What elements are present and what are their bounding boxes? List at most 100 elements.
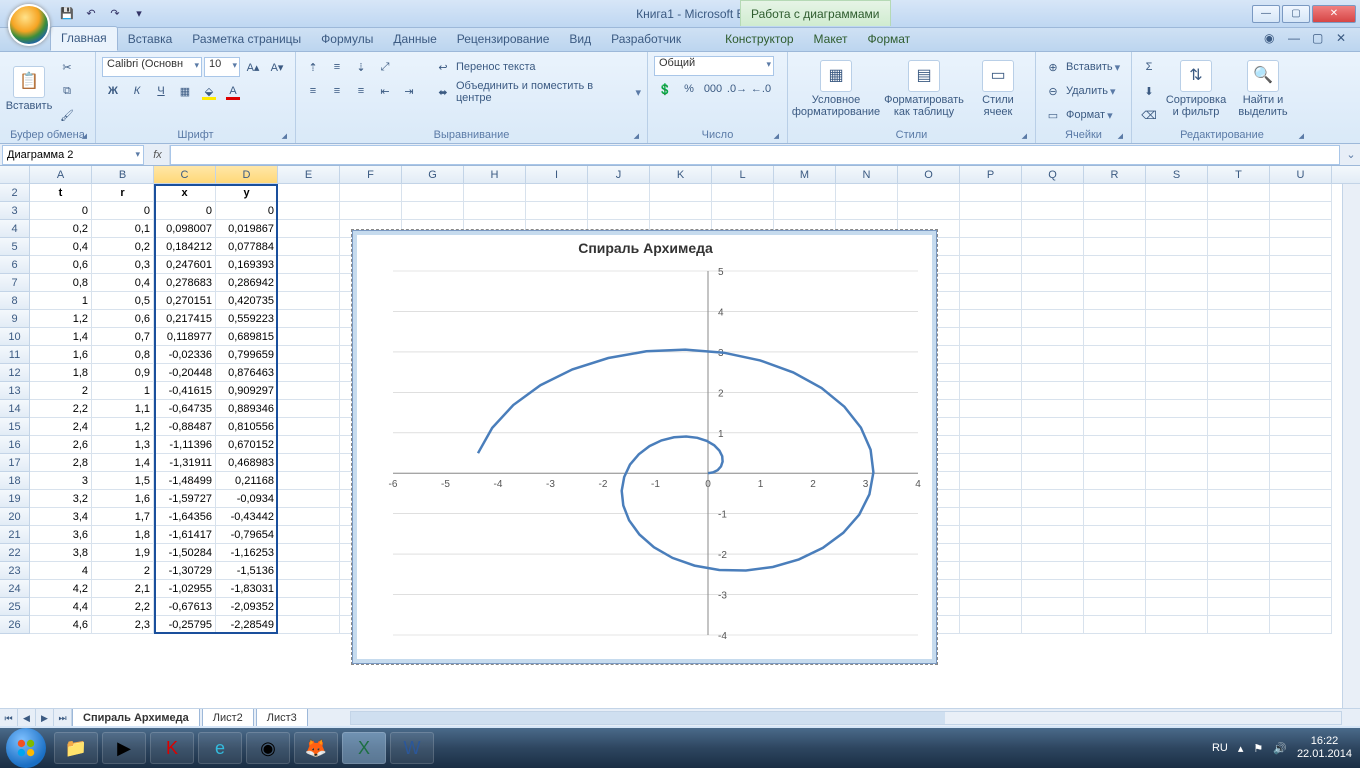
cell[interactable]	[526, 202, 588, 220]
cell[interactable]	[1146, 220, 1208, 238]
cell[interactable]	[278, 274, 340, 292]
sheet-nav-first-icon[interactable]: ⏮	[0, 709, 18, 727]
maximize-button[interactable]: ▢	[1282, 5, 1310, 23]
select-all-corner[interactable]	[0, 166, 30, 184]
cell[interactable]: -1,83031	[216, 580, 278, 598]
cell[interactable]: 0,689815	[216, 328, 278, 346]
cell[interactable]	[1146, 400, 1208, 418]
cell[interactable]	[1022, 418, 1084, 436]
cell[interactable]: 0,909297	[216, 382, 278, 400]
cell[interactable]: 2	[92, 562, 154, 580]
cell[interactable]: 0,559223	[216, 310, 278, 328]
cell[interactable]	[278, 184, 340, 202]
cell[interactable]	[1022, 598, 1084, 616]
cell[interactable]	[1022, 256, 1084, 274]
row-header[interactable]: 7	[0, 274, 30, 292]
cell[interactable]	[960, 490, 1022, 508]
cell[interactable]	[1022, 238, 1084, 256]
cell[interactable]	[1084, 346, 1146, 364]
cell[interactable]	[1022, 580, 1084, 598]
office-button[interactable]	[8, 4, 50, 46]
tray-show-hidden-icon[interactable]: ▴	[1238, 742, 1244, 755]
decrease-font-icon[interactable]: A▾	[266, 56, 288, 78]
format-painter-icon[interactable]: 🖌	[56, 104, 78, 126]
cell[interactable]	[1146, 202, 1208, 220]
cell[interactable]	[278, 580, 340, 598]
cell[interactable]	[1022, 616, 1084, 634]
cell[interactable]	[1146, 508, 1208, 526]
delete-cells-icon[interactable]: ⊖	[1042, 80, 1064, 102]
cell[interactable]	[1270, 310, 1332, 328]
font-color-icon[interactable]: A	[222, 80, 244, 102]
column-header[interactable]: O	[898, 166, 960, 183]
sheet-nav-next-icon[interactable]: ▶	[36, 709, 54, 727]
cell[interactable]	[1208, 292, 1270, 310]
cell[interactable]	[278, 238, 340, 256]
workbook-restore-icon[interactable]: ▢	[1312, 31, 1328, 47]
cell[interactable]	[1208, 508, 1270, 526]
cell[interactable]	[588, 202, 650, 220]
align-left-icon[interactable]: ≡	[302, 80, 324, 102]
cell[interactable]	[1270, 598, 1332, 616]
tray-lang[interactable]: RU	[1212, 742, 1228, 754]
cell[interactable]	[960, 220, 1022, 238]
cell[interactable]	[402, 184, 464, 202]
cell[interactable]: 0,278683	[154, 274, 216, 292]
qat-customize-icon[interactable]: ▾	[128, 3, 150, 25]
formula-bar-expand-icon[interactable]: ⌄	[1342, 148, 1360, 161]
cell[interactable]	[1208, 346, 1270, 364]
decrease-decimal-icon[interactable]: ←.0	[750, 78, 772, 100]
cell[interactable]: x	[154, 184, 216, 202]
orientation-icon[interactable]: ⤢	[374, 56, 396, 78]
cell[interactable]	[1208, 454, 1270, 472]
cell[interactable]	[960, 202, 1022, 220]
cell[interactable]	[340, 202, 402, 220]
cell[interactable]	[1270, 400, 1332, 418]
cell[interactable]	[1146, 454, 1208, 472]
cell[interactable]	[960, 292, 1022, 310]
cell[interactable]	[960, 400, 1022, 418]
cell[interactable]	[1146, 328, 1208, 346]
cell[interactable]: 0,7	[92, 328, 154, 346]
row-header[interactable]: 4	[0, 220, 30, 238]
cell[interactable]	[1146, 310, 1208, 328]
formula-input[interactable]	[170, 145, 1340, 165]
workbook-close-icon[interactable]: ✕	[1336, 31, 1352, 47]
cell[interactable]	[1146, 562, 1208, 580]
cell[interactable]: -2,28549	[216, 616, 278, 634]
column-header[interactable]: E	[278, 166, 340, 183]
cell[interactable]: 1,1	[92, 400, 154, 418]
cell[interactable]: y	[216, 184, 278, 202]
cell[interactable]	[278, 292, 340, 310]
cell[interactable]	[278, 598, 340, 616]
number-format-combo[interactable]: Общий	[654, 56, 774, 76]
cell[interactable]	[1208, 238, 1270, 256]
sheet-tab-2[interactable]: Лист2	[202, 709, 254, 727]
tab-review[interactable]: Рецензирование	[447, 28, 560, 51]
cell[interactable]	[1146, 238, 1208, 256]
cell[interactable]: 3	[30, 472, 92, 490]
cell[interactable]: -0,43442	[216, 508, 278, 526]
cell[interactable]: -1,59727	[154, 490, 216, 508]
cell[interactable]: 0,184212	[154, 238, 216, 256]
cell[interactable]: 0,876463	[216, 364, 278, 382]
cell[interactable]	[278, 454, 340, 472]
cell[interactable]: -1,50284	[154, 544, 216, 562]
cell[interactable]	[1208, 562, 1270, 580]
sheet-tab-3[interactable]: Лист3	[256, 709, 308, 727]
cell[interactable]	[1270, 454, 1332, 472]
cell[interactable]	[278, 310, 340, 328]
cell[interactable]	[1084, 562, 1146, 580]
cell[interactable]	[1146, 292, 1208, 310]
cell[interactable]: 2,2	[92, 598, 154, 616]
cell[interactable]	[712, 184, 774, 202]
cell[interactable]	[650, 202, 712, 220]
cell[interactable]	[1084, 364, 1146, 382]
row-header[interactable]: 9	[0, 310, 30, 328]
cell[interactable]: 2	[30, 382, 92, 400]
cell[interactable]	[650, 184, 712, 202]
cell[interactable]: 0,6	[30, 256, 92, 274]
cell[interactable]: 1	[30, 292, 92, 310]
cell[interactable]	[1084, 454, 1146, 472]
cell[interactable]	[960, 580, 1022, 598]
